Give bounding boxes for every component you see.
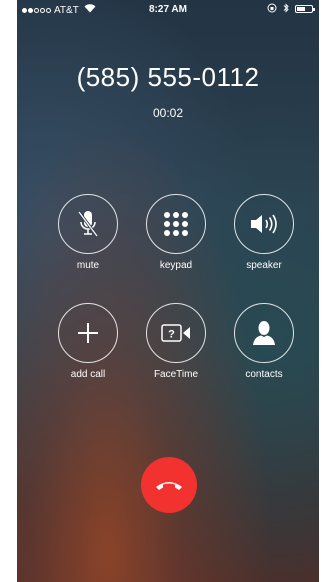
status-bar: AT&T 8:27 AM [17,0,319,20]
mute-label: mute [76,260,100,271]
contacts-circle[interactable] [234,303,294,363]
call-screen: AT&T 8:27 AM (585) 555-0112 00:02 mute k… [17,0,319,582]
contacts-button[interactable]: contacts [233,303,295,380]
facetime-button[interactable]: ? FaceTime [145,303,207,380]
end-call-button[interactable] [141,457,197,513]
caller-number: (585) 555-0112 [76,62,260,92]
call-duration: 00:02 [152,106,184,120]
mic-off-icon [77,211,99,237]
keypad-label: keypad [159,260,193,271]
keypad-circle[interactable] [146,194,206,254]
battery-icon [295,5,315,13]
add-call-label: add call [70,369,106,380]
orientation-lock-icon [267,3,277,15]
add-call-circle[interactable] [58,303,118,363]
facetime-circle[interactable]: ? [146,303,206,363]
keypad-icon [164,212,188,236]
add-call-button[interactable]: add call [57,303,119,380]
speaker-label: speaker [246,260,282,271]
contact-icon [253,321,275,345]
speaker-icon [251,214,277,234]
mute-button[interactable]: mute [57,194,119,271]
plus-icon [78,323,98,343]
facetime-icon: ? [161,324,190,342]
speaker-circle[interactable] [234,194,294,254]
facetime-label: FaceTime [153,369,199,380]
status-right [267,3,315,15]
speaker-button[interactable]: speaker [233,194,295,271]
hang-up-icon [156,482,182,490]
bluetooth-icon [283,3,289,15]
keypad-button[interactable]: keypad [145,194,207,271]
svg-text:?: ? [168,329,175,341]
contacts-label: contacts [245,369,283,380]
mute-circle[interactable] [58,194,118,254]
